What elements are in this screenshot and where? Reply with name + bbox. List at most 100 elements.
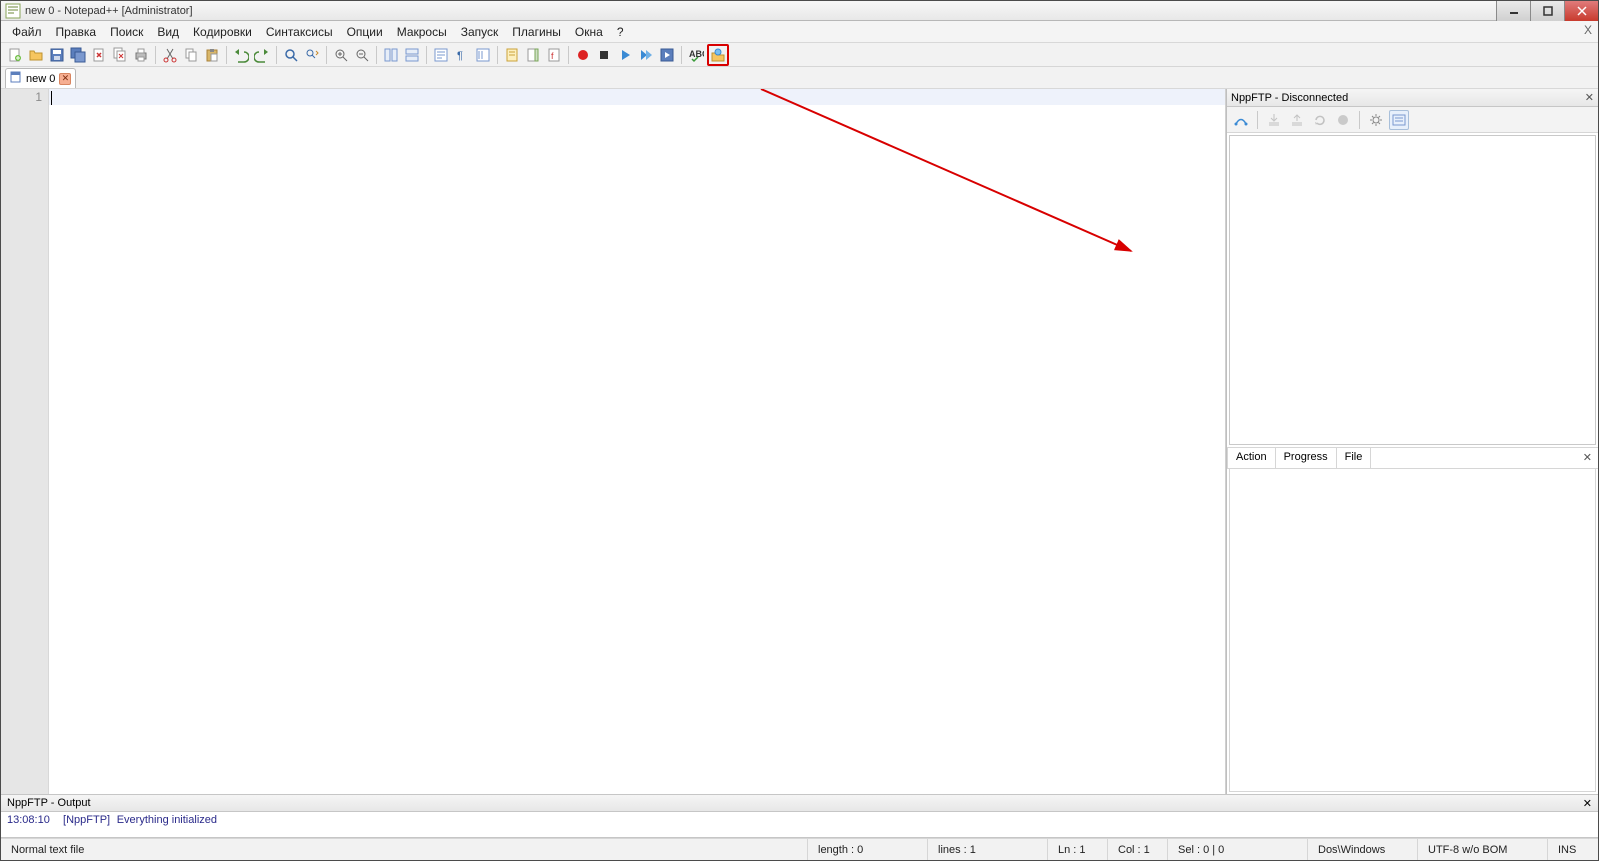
copy-icon[interactable] — [181, 45, 201, 65]
code-area[interactable] — [49, 89, 1225, 794]
status-ln: Ln : 1 — [1048, 839, 1108, 860]
menu-settings[interactable]: Опции — [340, 25, 390, 39]
ftp-tree[interactable] — [1229, 135, 1596, 445]
status-filetype: Normal text file — [1, 839, 808, 860]
toolbar-sep — [276, 46, 277, 64]
play-multi-icon[interactable] — [636, 45, 656, 65]
status-length: length : 0 — [808, 839, 928, 860]
output-tag: [NppFTP] — [63, 814, 110, 826]
close-button[interactable] — [1564, 1, 1598, 21]
cut-icon[interactable] — [160, 45, 180, 65]
title-bar: new 0 - Notepad++ [Administrator] — [1, 1, 1598, 21]
replace-icon[interactable] — [302, 45, 322, 65]
all-chars-icon[interactable]: ¶ — [452, 45, 472, 65]
status-col: Col : 1 — [1108, 839, 1168, 860]
app-window: new 0 - Notepad++ [Administrator] Файл П… — [0, 0, 1599, 861]
status-encoding: UTF-8 w/o BOM — [1418, 839, 1548, 860]
wrap-icon[interactable] — [431, 45, 451, 65]
panel-close-icon[interactable]: ✕ — [1585, 91, 1594, 104]
nppftp-panel-title: NppFTP - Disconnected ✕ — [1227, 89, 1598, 107]
menu-view[interactable]: Вид — [150, 25, 186, 39]
main-area: 1 NppFTP - Disconnected ✕ — [1, 89, 1598, 794]
ftp-upload-icon — [1287, 110, 1307, 130]
toolbar-sep — [426, 46, 427, 64]
status-ins: INS — [1548, 839, 1598, 860]
close-all-icon[interactable] — [110, 45, 130, 65]
toolbar-sep — [1359, 111, 1360, 129]
save-all-icon[interactable] — [68, 45, 88, 65]
spellcheck-icon[interactable]: ABC — [686, 45, 706, 65]
maximize-button[interactable] — [1530, 1, 1564, 21]
toolbar-sep — [376, 46, 377, 64]
sync-v-icon[interactable] — [381, 45, 401, 65]
undo-icon[interactable] — [231, 45, 251, 65]
open-file-icon[interactable] — [26, 45, 46, 65]
menu-run[interactable]: Запуск — [454, 25, 506, 39]
output-panel-title: NppFTP - Output ✕ — [1, 794, 1598, 812]
window-title: new 0 - Notepad++ [Administrator] — [25, 5, 193, 17]
close-doc-x[interactable]: X — [1584, 23, 1592, 37]
ftp-tab-progress[interactable]: Progress — [1276, 447, 1337, 468]
record-macro-icon[interactable] — [573, 45, 593, 65]
editor[interactable]: 1 — [1, 89, 1225, 794]
zoom-in-icon[interactable] — [331, 45, 351, 65]
menu-window[interactable]: Окна — [568, 25, 610, 39]
zoom-out-icon[interactable] — [352, 45, 372, 65]
docmap-icon[interactable] — [523, 45, 543, 65]
output-body[interactable]: 13:08:10 [NppFTP] Everything initialized — [1, 812, 1598, 838]
funclist-icon[interactable]: f — [544, 45, 564, 65]
nppftp-icon[interactable] — [707, 44, 729, 66]
toolbar-sep — [497, 46, 498, 64]
ftp-settings-icon[interactable] — [1366, 110, 1386, 130]
play-macro-icon[interactable] — [615, 45, 635, 65]
main-toolbar: ¶ f ABC — [1, 43, 1598, 67]
ftp-log-body[interactable] — [1229, 469, 1596, 792]
menu-macro[interactable]: Макросы — [390, 25, 454, 39]
output-title-text: NppFTP - Output — [7, 797, 91, 809]
nppftp-title-text: NppFTP - Disconnected — [1231, 92, 1348, 104]
save-macro-icon[interactable] — [657, 45, 677, 65]
ftp-log-tabs: Action Progress File ✕ — [1227, 447, 1598, 469]
userdef-icon[interactable] — [502, 45, 522, 65]
new-file-icon[interactable] — [5, 45, 25, 65]
ftp-connect-icon[interactable] — [1231, 110, 1251, 130]
menu-plugins[interactable]: Плагины — [505, 25, 568, 39]
sync-h-icon[interactable] — [402, 45, 422, 65]
toolbar-sep — [226, 46, 227, 64]
ftp-toolbar — [1227, 107, 1598, 133]
status-bar: Normal text file length : 0 lines : 1 Ln… — [1, 838, 1598, 860]
print-icon[interactable] — [131, 45, 151, 65]
output-message: Everything initialized — [117, 814, 217, 826]
indent-guide-icon[interactable] — [473, 45, 493, 65]
toolbar-sep — [568, 46, 569, 64]
menu-encoding[interactable]: Кодировки — [186, 25, 259, 39]
find-icon[interactable] — [281, 45, 301, 65]
menu-search[interactable]: Поиск — [103, 25, 150, 39]
menu-language[interactable]: Синтаксисы — [259, 25, 340, 39]
paste-icon[interactable] — [202, 45, 222, 65]
tab-close-icon[interactable]: ✕ — [59, 73, 71, 85]
output-timestamp: 13:08:10 — [7, 814, 50, 826]
output-close-icon[interactable]: ✕ — [1583, 797, 1592, 810]
editor-wrap: 1 — [1, 89, 1226, 794]
document-tab[interactable]: new 0 ✕ — [5, 68, 76, 88]
redo-icon[interactable] — [252, 45, 272, 65]
save-icon[interactable] — [47, 45, 67, 65]
stop-macro-icon[interactable] — [594, 45, 614, 65]
text-caret — [51, 91, 52, 105]
ftp-tab-action[interactable]: Action — [1227, 447, 1276, 468]
close-file-icon[interactable] — [89, 45, 109, 65]
ftp-messages-icon[interactable] — [1389, 110, 1409, 130]
minimize-button[interactable] — [1496, 1, 1530, 21]
menu-edit[interactable]: Правка — [49, 25, 104, 39]
status-lines: lines : 1 — [928, 839, 1048, 860]
ftp-log-close-icon[interactable]: ✕ — [1577, 447, 1598, 468]
code-line[interactable] — [49, 89, 1225, 105]
line-number: 1 — [1, 89, 42, 105]
ftp-tab-file[interactable]: File — [1337, 447, 1372, 468]
menu-file[interactable]: Файл — [5, 25, 49, 39]
ftp-download-icon — [1264, 110, 1284, 130]
toolbar-sep — [326, 46, 327, 64]
nppftp-panel: NppFTP - Disconnected ✕ Action Progress … — [1226, 89, 1598, 794]
menu-help[interactable]: ? — [610, 25, 631, 39]
